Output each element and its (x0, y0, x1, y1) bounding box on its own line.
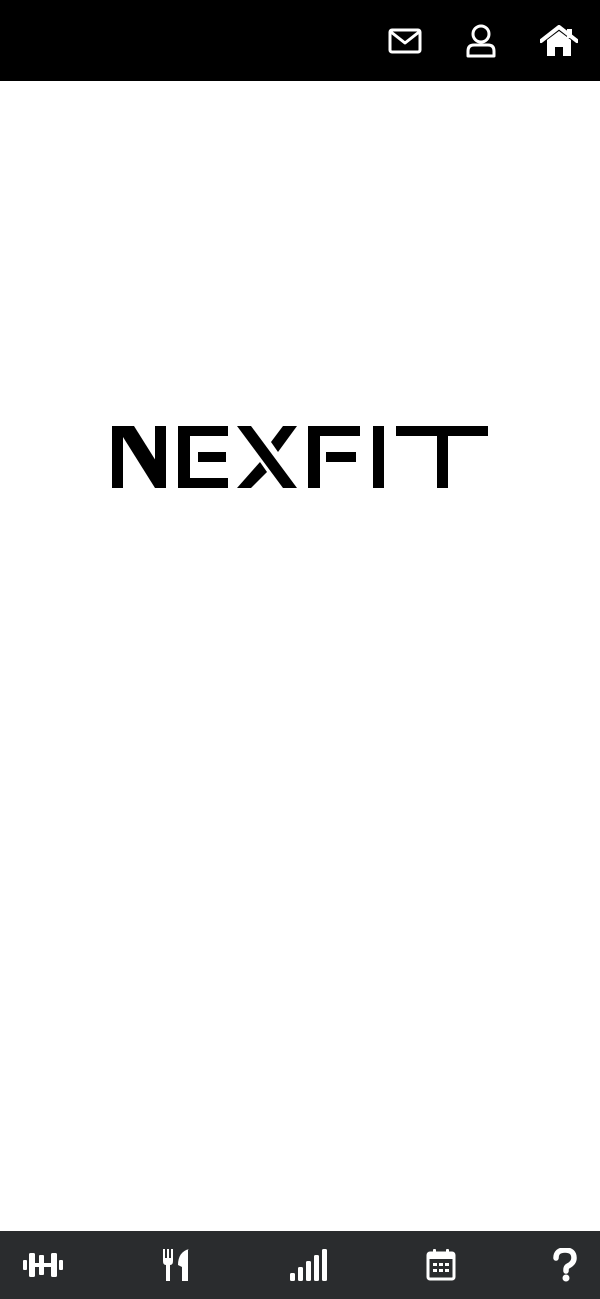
home-button[interactable] (540, 22, 578, 60)
nav-progress[interactable] (286, 1245, 330, 1285)
nav-calendar[interactable] (419, 1245, 463, 1285)
user-icon (466, 24, 496, 58)
question-icon (553, 1248, 577, 1282)
home-icon (540, 25, 578, 56)
main-content: NEXFIT (0, 81, 600, 1231)
mail-button[interactable] (386, 22, 424, 60)
mail-icon (388, 28, 422, 54)
top-bar (0, 0, 600, 81)
nav-workouts[interactable] (21, 1245, 65, 1285)
nav-nutrition[interactable] (154, 1245, 198, 1285)
signal-bars-icon (290, 1249, 327, 1281)
calendar-icon (426, 1249, 456, 1281)
nav-help[interactable] (543, 1245, 587, 1285)
dumbbell-icon (23, 1253, 63, 1277)
nexfit-logo: NEXFIT (110, 421, 490, 491)
bottom-nav (0, 1231, 600, 1299)
utensils-icon (163, 1249, 189, 1281)
profile-button[interactable] (462, 22, 500, 60)
